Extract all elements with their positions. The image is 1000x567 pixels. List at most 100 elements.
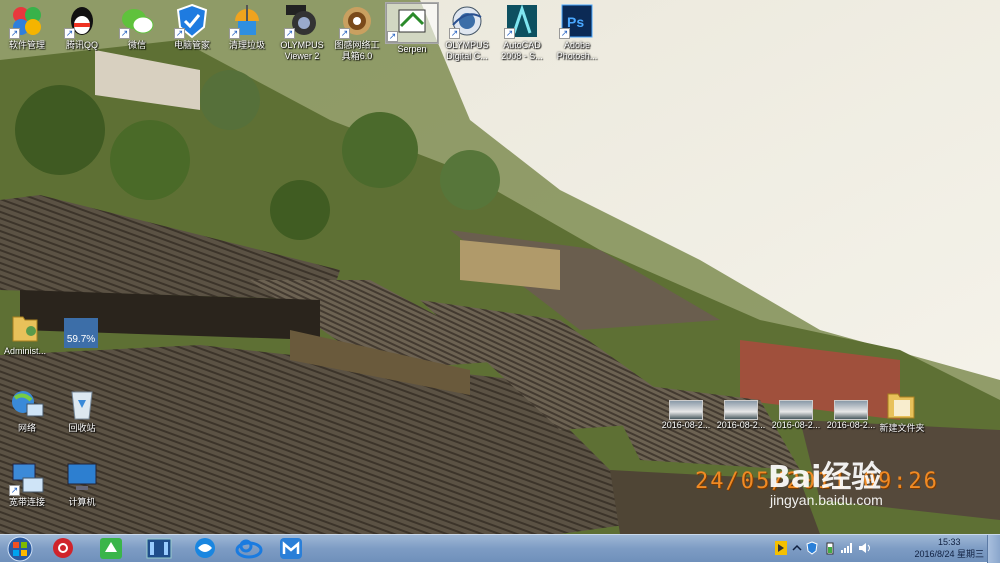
desktop-icon-label: 2016-08-2... [661, 420, 711, 430]
software-manager-icon: ↗ [9, 3, 45, 39]
signal-icon[interactable] [840, 542, 854, 554]
desktop-icon-label: 网络 [17, 423, 36, 433]
desktop-icon-label: 图感网络工 具箱6.0 [334, 40, 380, 61]
olympus-viewer-icon: ↗ [284, 3, 320, 39]
desktop-icon-serpen[interactable]: ↗ Serpen [382, 2, 442, 55]
desktop-icon-label: 电脑管家 [173, 40, 210, 50]
pc-manager-icon: ↗ [174, 3, 210, 39]
desktop-icon-label: 新建文件夹 [879, 423, 925, 433]
network-toolbox-icon: ↗ [339, 3, 375, 39]
shortcut-arrow-icon: ↗ [449, 28, 460, 39]
netease-music-icon [53, 538, 73, 558]
desktop-icon-pc-manager[interactable]: ↗ 电脑管家 [162, 3, 222, 51]
desktop-folder-new[interactable]: 新建文件夹 [872, 386, 932, 434]
video-player-icon [146, 538, 172, 559]
tray-expand-icon[interactable] [792, 543, 802, 553]
battery-icon[interactable] [826, 541, 834, 555]
photo-thumbnail-icon [669, 400, 703, 420]
cloud-sync-icon [235, 539, 263, 559]
baidu-watermark: Bai经验 jingyan.baidu.com [768, 452, 883, 508]
desktop-icon-recycle-bin[interactable]: 回收站 [52, 386, 112, 434]
olympus-digital-icon: ↗ [449, 3, 485, 39]
desktop-icon-label: Administ... [3, 346, 46, 356]
shortcut-arrow-icon: ↗ [9, 28, 20, 39]
desktop-icon-computer[interactable]: 计算机 [52, 460, 112, 508]
volume-icon[interactable] [858, 542, 872, 554]
photo-thumbnail-icon [779, 400, 813, 420]
desktop-icon-label: Adobe Photosh... [556, 40, 598, 61]
photoshop-icon: Ps ↗ [559, 3, 595, 39]
shortcut-arrow-icon: ↗ [504, 28, 515, 39]
shortcut-arrow-icon: ↗ [339, 28, 350, 39]
network-icon [9, 386, 45, 422]
desktop-icon-label: 清理垃圾 [228, 40, 265, 50]
desktop-icon-label: 回收站 [68, 423, 96, 433]
desktop-icon-label: Serpen [397, 44, 427, 54]
broadband-icon: ↗ [9, 460, 45, 496]
desktop-icon-label: OLYMPUS Digital C... [445, 40, 489, 61]
photo-thumbnail-icon [834, 400, 868, 420]
desktop-icon-label: 微信 [127, 40, 146, 50]
shortcut-arrow-icon: ↗ [119, 28, 130, 39]
show-desktop-button[interactable] [987, 535, 1000, 563]
desktop-icon-photoshop[interactable]: Ps ↗ Adobe Photosh... [547, 3, 607, 62]
iqiyi-icon [100, 538, 122, 559]
shortcut-arrow-icon: ↗ [64, 28, 75, 39]
desktop-icon-label: 软件管理 [8, 40, 45, 50]
start-button[interactable] [4, 536, 36, 562]
clock-time: 15:33 [937, 537, 961, 547]
desktop-file-3[interactable]: 2016-08-2... [766, 398, 826, 431]
progress-percent: 59.7% [66, 334, 96, 345]
folder-icon [884, 386, 920, 422]
autocad-icon: ↗ [504, 3, 540, 39]
tray-app-icon[interactable] [774, 540, 788, 556]
clock-date: 2016/8/24 星期三 [914, 549, 984, 559]
clean-trash-icon: ↗ [229, 3, 265, 39]
taskbar-netease-music[interactable] [44, 536, 82, 561]
browser-icon [195, 538, 215, 558]
taskbar-maxthon[interactable] [272, 536, 310, 561]
desktop-icon-network-toolbox[interactable]: ↗ 图感网络工 具箱6.0 [327, 3, 387, 62]
shortcut-arrow-icon: ↗ [9, 485, 20, 496]
desktop-icon-software-manager[interactable]: ↗ 软件管理 [0, 3, 57, 51]
shield-icon[interactable] [806, 541, 818, 555]
desktop-icon-clean-trash[interactable]: ↗ 清理垃圾 [217, 3, 277, 51]
desktop-icon-olympus-digital[interactable]: ↗ OLYMPUS Digital C... [437, 3, 497, 62]
taskbar-clock[interactable]: 15:33 2016/8/24 星期三 [914, 536, 984, 560]
taskbar-browser[interactable] [186, 536, 224, 561]
wechat-icon: ↗ [119, 3, 155, 39]
shortcut-arrow-icon: ↗ [174, 28, 185, 39]
taskbar-cloud-sync[interactable] [230, 536, 268, 561]
system-tray: 15:33 2016/8/24 星期三 [772, 535, 1000, 563]
taskbar-iqiyi[interactable] [92, 536, 130, 561]
watermark-logo: Bai经验 [768, 460, 882, 495]
desktop-file-2[interactable]: 2016-08-2... [711, 398, 771, 431]
progress-widget[interactable]: 59.7% [64, 318, 98, 348]
taskbar-video-player[interactable] [140, 536, 178, 561]
desktop-icon-autocad[interactable]: ↗ AutoCAD 2008 - S... [492, 3, 552, 62]
desktop-icon-administrator[interactable]: Administ... [0, 309, 55, 357]
desktop-icon-qq[interactable]: ↗ 腾讯QQ [52, 3, 112, 51]
desktop-icon-label: 计算机 [68, 497, 96, 507]
desktop: ↗ 软件管理 ↗ 腾讯QQ ↗ 微信 ↗ 电脑管家 ↗ 清理垃圾 ↗ OLYMP… [0, 0, 1000, 534]
desktop-icon-label: 宽带连接 [8, 497, 45, 507]
desktop-icon-wechat[interactable]: ↗ 微信 [107, 3, 167, 51]
desktop-icon-label: 腾讯QQ [65, 40, 98, 50]
desktop-icon-label: 2016-08-2... [716, 420, 766, 430]
desktop-icon-network[interactable]: 网络 [0, 386, 57, 434]
serpen-icon: ↗ [385, 2, 439, 44]
recycle-bin-icon [64, 386, 100, 422]
desktop-icon-label: 2016-08-2... [771, 420, 821, 430]
desktop-icon-label: AutoCAD 2008 - S... [501, 40, 543, 61]
computer-icon [64, 460, 100, 496]
shortcut-arrow-icon: ↗ [559, 28, 570, 39]
photo-thumbnail-icon [724, 400, 758, 420]
qq-icon: ↗ [64, 3, 100, 39]
desktop-file-1[interactable]: 2016-08-2... [656, 398, 716, 431]
desktop-icon-broadband[interactable]: ↗ 宽带连接 [0, 460, 57, 508]
shortcut-arrow-icon: ↗ [387, 31, 398, 42]
user-folder-icon [7, 309, 43, 345]
maxthon-icon [280, 538, 302, 559]
desktop-icon-olympus-viewer[interactable]: ↗ OLYMPUS Viewer 2 [272, 3, 332, 62]
desktop-icon-label: OLYMPUS Viewer 2 [280, 40, 324, 61]
